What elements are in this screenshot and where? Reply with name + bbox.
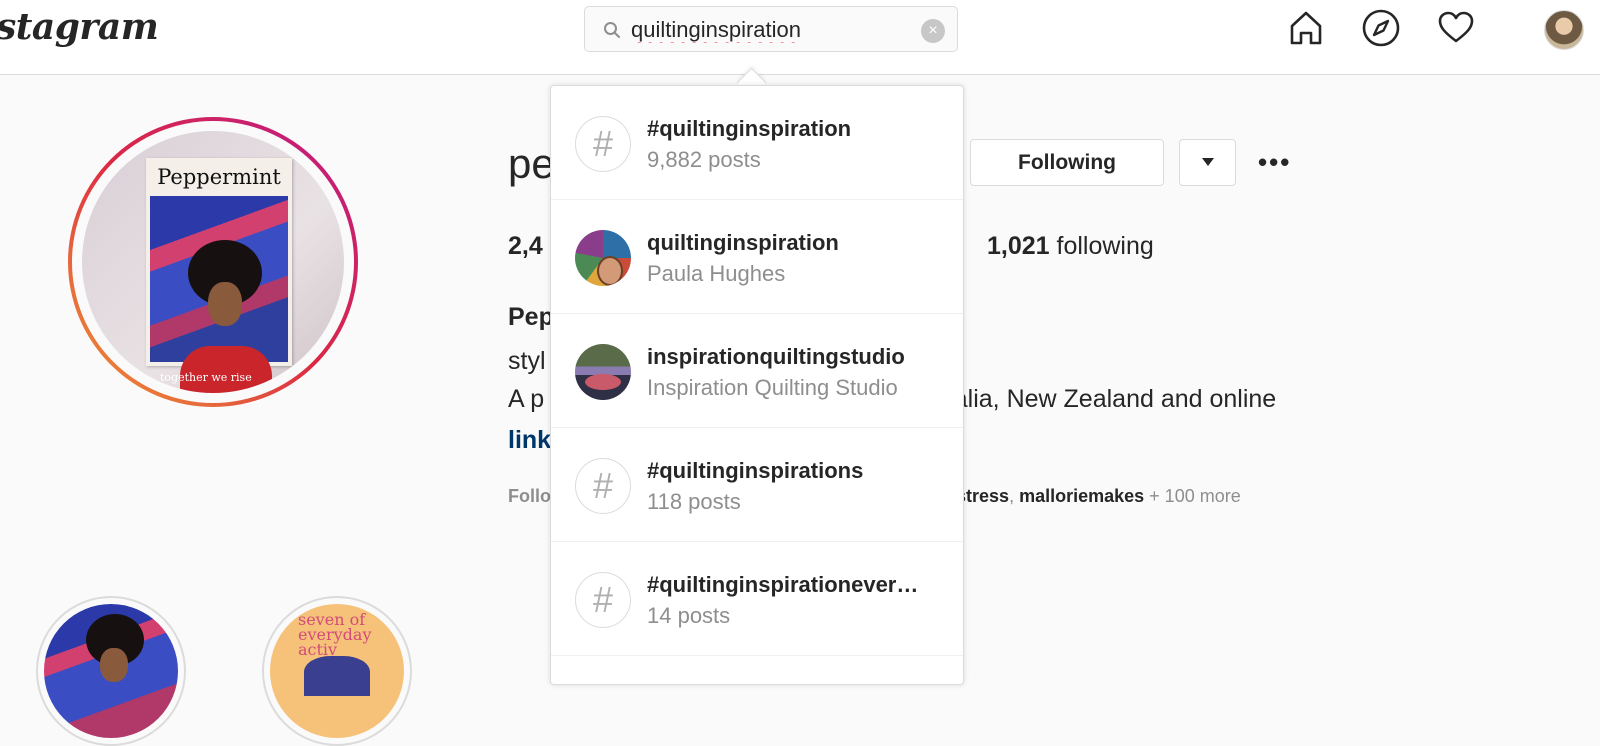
story-highlight[interactable] bbox=[36, 596, 186, 746]
result-title: inspirationquiltingstudio bbox=[647, 344, 905, 369]
explore-compass-icon[interactable] bbox=[1361, 8, 1401, 48]
search-result-item[interactable]: inspirationquiltingstudio Inspiration Qu… bbox=[551, 314, 963, 428]
result-subtitle: 9,882 posts bbox=[647, 147, 761, 172]
cover-tagline: together we rise bbox=[160, 371, 252, 384]
cover-face bbox=[208, 282, 242, 326]
highlight-cover: seven of everyday activ bbox=[270, 604, 404, 738]
result-subtitle: 118 posts bbox=[647, 489, 741, 514]
following-label: following bbox=[1056, 232, 1154, 260]
instagram-logo[interactable]: stagram bbox=[0, 6, 159, 48]
result-title: #quiltinginspiration bbox=[647, 116, 852, 141]
story-highlight[interactable]: seven of everyday activ bbox=[262, 596, 412, 746]
home-icon[interactable] bbox=[1286, 8, 1326, 48]
story-ring-gap: Peppermint together we rise bbox=[72, 121, 354, 403]
search-result-item[interactable]: # #quiltinginspirations 118 posts bbox=[551, 428, 963, 542]
bio-text-start: A p bbox=[508, 385, 545, 413]
profile-avatar[interactable] bbox=[1544, 10, 1584, 50]
profile-username: pe bbox=[508, 140, 555, 187]
highlight-illustration bbox=[304, 656, 370, 696]
following-button[interactable]: Following bbox=[970, 139, 1164, 186]
top-nav-bar: stagram × bbox=[0, 0, 1600, 75]
result-subtitle: 14 posts bbox=[647, 603, 731, 628]
caret-down-icon bbox=[1201, 154, 1215, 171]
clear-search-icon[interactable]: × bbox=[921, 19, 945, 43]
profile-picture[interactable]: Peppermint together we rise bbox=[82, 131, 344, 393]
follower-name: malloriemakes bbox=[1019, 486, 1145, 506]
hashtag-icon: # bbox=[575, 572, 631, 628]
bio-full-name: Pep bbox=[508, 303, 554, 331]
profile-story-ring[interactable]: Peppermint together we rise bbox=[68, 117, 358, 407]
magazine-title: Peppermint bbox=[157, 165, 281, 189]
following-count: 1,021 bbox=[987, 232, 1050, 260]
search-results-dropdown: # #quiltinginspiration 9,882 posts quilt… bbox=[550, 85, 964, 685]
highlight-cover-text: seven of everyday activ bbox=[298, 610, 372, 659]
cover-dress bbox=[180, 346, 272, 393]
search-result-item[interactable]: # #quiltinginspirationever… 14 posts bbox=[551, 542, 963, 656]
magazine-cover-image: Peppermint together we rise bbox=[146, 158, 292, 393]
posts-count: 2,4 bbox=[508, 232, 543, 260]
search-result-item[interactable]: quiltinginspiration Paula Hughes bbox=[551, 200, 963, 314]
bio-category: styl bbox=[508, 347, 546, 375]
search-icon bbox=[603, 21, 621, 44]
bio-text-rest: stralia, New Zealand and online bbox=[926, 385, 1277, 413]
followed-by-names[interactable]: amstress, malloriemakes + 100 more bbox=[930, 486, 1241, 507]
followed-by-more: + 100 more bbox=[1149, 486, 1241, 506]
result-subtitle: Inspiration Quilting Studio bbox=[647, 375, 898, 400]
bio-website-link[interactable]: link bbox=[508, 426, 551, 455]
result-title: #quiltinginspirations bbox=[647, 458, 864, 483]
suggested-dropdown-button[interactable] bbox=[1179, 139, 1236, 186]
more-options-icon[interactable]: ••• bbox=[1258, 147, 1302, 177]
following-stat[interactable]: 1,021 following bbox=[987, 232, 1154, 261]
user-avatar bbox=[575, 230, 631, 286]
avatar-quilt bbox=[585, 374, 621, 390]
cover-artwork: together we rise bbox=[150, 196, 288, 393]
result-subtitle: Paula Hughes bbox=[647, 261, 786, 286]
search-box[interactable]: × bbox=[584, 6, 958, 52]
followed-by-label[interactable]: Follo bbox=[508, 486, 551, 507]
result-title: quiltinginspiration bbox=[647, 230, 839, 255]
highlight-cover bbox=[44, 604, 178, 738]
user-avatar bbox=[575, 344, 631, 400]
activity-heart-icon[interactable] bbox=[1436, 8, 1476, 48]
search-input[interactable] bbox=[629, 15, 903, 45]
search-result-item[interactable]: # #quiltinginspiration 9,882 posts bbox=[551, 86, 963, 200]
highlight-face bbox=[100, 648, 128, 682]
result-title: #quiltinginspirationever… bbox=[647, 572, 919, 597]
hashtag-icon: # bbox=[575, 116, 631, 172]
avatar-face bbox=[597, 256, 623, 286]
hashtag-icon: # bbox=[575, 458, 631, 514]
